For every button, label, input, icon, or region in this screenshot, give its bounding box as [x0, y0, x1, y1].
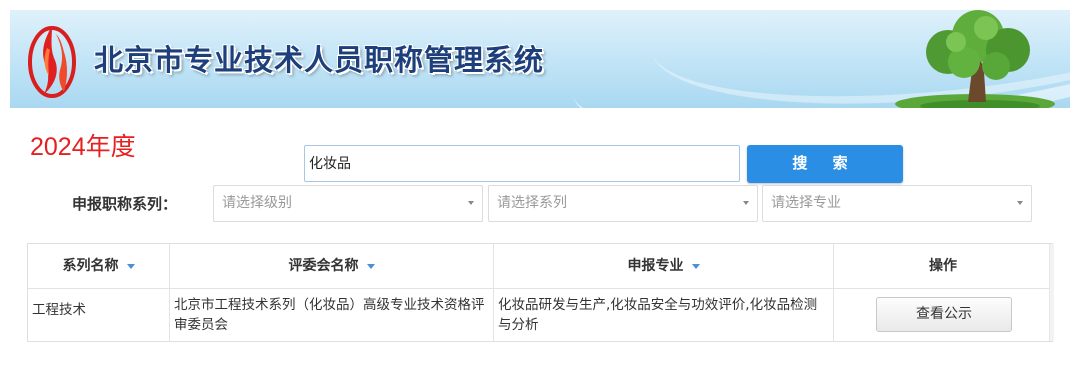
column-header-major[interactable]: 申报专业: [494, 244, 834, 288]
column-header-label: 评委会名称: [288, 258, 359, 274]
series-select[interactable]: 请选择系列: [488, 185, 758, 222]
year-label: 2024年度: [30, 133, 136, 161]
search-button[interactable]: 搜 索: [747, 145, 903, 183]
chevron-down-icon: [743, 201, 749, 205]
sort-down-icon[interactable]: [366, 263, 375, 269]
table-cell-action: 查看公示: [834, 288, 1052, 342]
column-header-series[interactable]: 系列名称: [28, 244, 170, 288]
view-announcement-button[interactable]: 查看公示: [876, 297, 1012, 332]
system-title: 北京市专业技术人员职称管理系统: [94, 43, 545, 77]
major-select[interactable]: 请选择专业: [762, 185, 1032, 222]
column-header-action: 操作: [834, 244, 1052, 288]
table-cell-committee: 北京市工程技术系列（化妆品）高级专业技术资格评审委员会: [170, 288, 494, 342]
chevron-down-icon: [1017, 201, 1023, 205]
table-scrollbar[interactable]: [1049, 244, 1054, 341]
tree-icon: [895, 10, 1055, 108]
results-table: 系列名称 评委会名称 申报专业 操作 工程技术 北京市工程技术系列（化妆品）高级…: [27, 243, 1054, 342]
search-input[interactable]: 化妆品: [304, 145, 740, 182]
column-header-label: 操作: [929, 258, 957, 274]
sort-down-icon[interactable]: [126, 263, 135, 269]
column-header-label: 申报专业: [627, 258, 684, 274]
series-select-placeholder: 请选择系列: [497, 195, 567, 211]
table-cell-series: 工程技术: [28, 288, 170, 342]
table-cell-major: 化妆品研发与生产,化妆品安全与功效评价,化妆品检测与分析: [494, 288, 834, 342]
level-select[interactable]: 请选择级别: [213, 185, 483, 222]
level-select-placeholder: 请选择级别: [222, 195, 292, 211]
column-header-committee[interactable]: 评委会名称: [170, 244, 494, 288]
sort-down-icon[interactable]: [691, 263, 700, 269]
red-flame-logo-icon: [28, 26, 76, 98]
major-select-placeholder: 请选择专业: [771, 195, 841, 211]
filter-label: 申报职称系列：: [72, 195, 178, 213]
header-banner: 北京市专业技术人员职称管理系统: [10, 10, 1070, 108]
chevron-down-icon: [468, 201, 474, 205]
column-header-label: 系列名称: [62, 258, 119, 274]
